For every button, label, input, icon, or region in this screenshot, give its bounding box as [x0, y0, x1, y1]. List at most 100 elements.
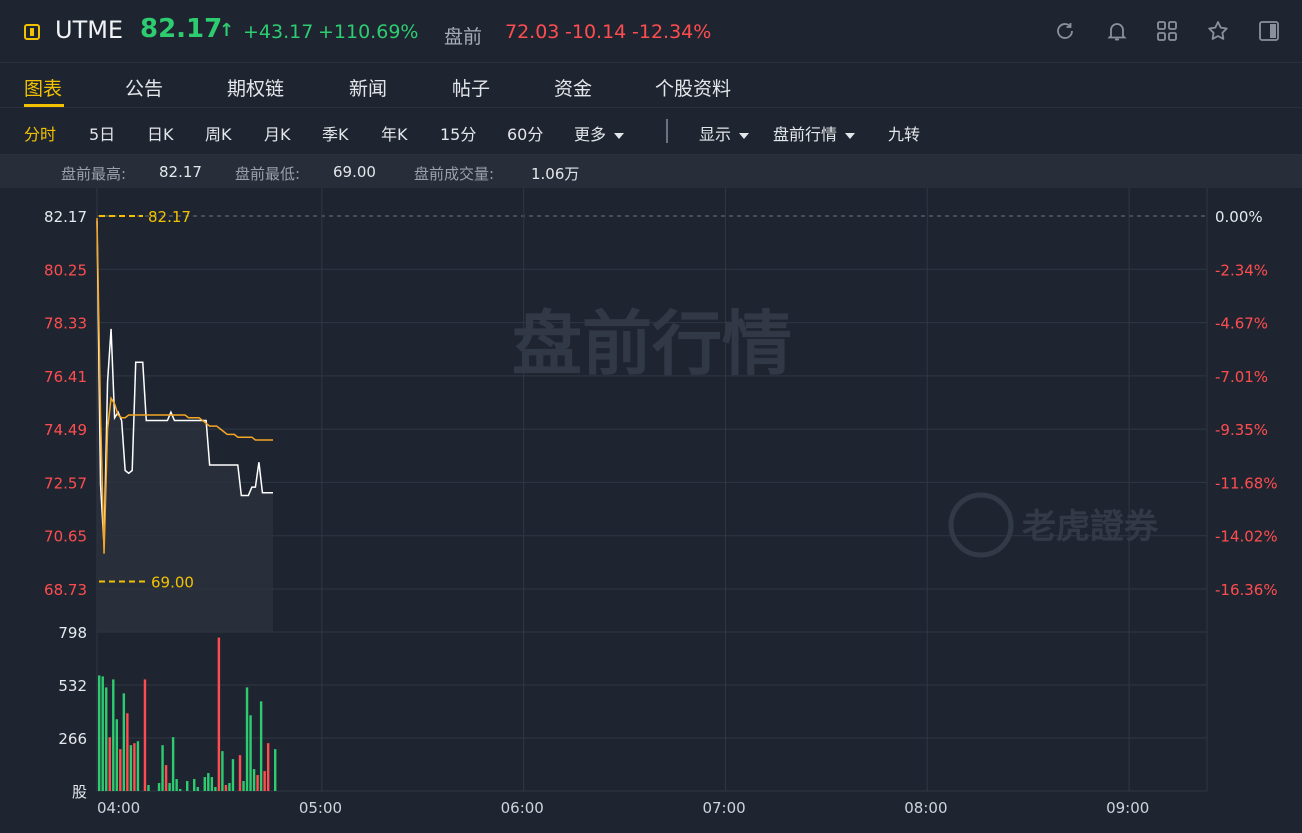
more-label: 更多	[574, 125, 607, 144]
volume-bar	[238, 755, 242, 791]
tab-options-chain[interactable]: 期权链	[227, 74, 284, 101]
volume-bar	[119, 749, 122, 791]
chart-canvas[interactable]: 82.17 0.00% 80.25 -2.34% 78.33 -4.67% 76.41 -7.…	[0, 188, 1302, 833]
pct-tick-label: -14.02%	[1215, 528, 1278, 546]
tab-posts[interactable]: 帖子	[452, 74, 490, 101]
pct-tick-label: -11.68%	[1215, 474, 1278, 492]
volume-bar	[252, 769, 256, 791]
watermark-text: 盘前行情	[512, 303, 792, 385]
volume-bar	[171, 737, 175, 791]
volume-bar	[101, 676, 104, 791]
up-arrow-icon: ↑	[219, 20, 235, 41]
volume-bar	[147, 785, 150, 791]
premarket-label: 盘前	[444, 26, 483, 48]
sidebar-icon[interactable]	[1257, 19, 1281, 43]
price-tick-label: 72.57	[44, 474, 87, 492]
chevron-down-icon	[739, 132, 750, 139]
period-daily[interactable]: 日K	[147, 121, 174, 145]
price-tick-label: 76.41	[44, 368, 87, 386]
low-marker-label: 69.00	[151, 574, 194, 592]
volume-bar	[105, 687, 108, 791]
volume-bar	[112, 679, 115, 791]
time-tick-label: 05:00	[299, 799, 342, 817]
high-marker-label: 82.17	[148, 208, 191, 226]
chevron-down-icon	[614, 132, 625, 139]
price-tick-label: 74.49	[44, 421, 87, 439]
premarket-change: -10.14	[565, 21, 627, 43]
pct-tick-label: 0.00%	[1215, 208, 1263, 226]
period-60min[interactable]: 60分	[507, 121, 543, 145]
brand-watermark: 老虎證券	[1022, 507, 1159, 547]
volume-bar	[231, 759, 235, 791]
period-monthly[interactable]: 月K	[264, 121, 291, 145]
tab-chart[interactable]: 图表	[24, 74, 62, 101]
volume-bar	[157, 783, 161, 791]
volume-bar	[221, 751, 224, 791]
intraday-chart[interactable]: 82.17 0.00% 80.25 -2.34% 78.33 -4.67% 76.41 -7.…	[0, 188, 1302, 833]
pct-tick-label: -16.36%	[1215, 581, 1278, 599]
volume-bar	[133, 743, 136, 791]
volume-bar	[98, 675, 101, 791]
star-icon[interactable]	[1206, 19, 1230, 43]
volume-bar	[249, 715, 252, 791]
time-tick-label: 06:00	[501, 799, 544, 817]
tab-bar: 图表 公告 期权链 新闻 帖子 资金 个股资料	[0, 62, 1302, 108]
period-weekly[interactable]: 周K	[205, 121, 232, 145]
volume-bar	[256, 775, 259, 791]
price-tick-label: 80.25	[44, 261, 87, 279]
volume-bar	[266, 743, 270, 791]
period-quarterly[interactable]: 季K	[322, 121, 349, 145]
volume-bar	[214, 787, 217, 791]
volume-bar	[178, 789, 182, 791]
volume-bar	[122, 693, 126, 791]
price-tick-label: 78.33	[44, 315, 87, 333]
volume-bar	[274, 749, 277, 791]
nine-turn-toggle[interactable]: 九转	[888, 121, 920, 145]
volume-bar	[175, 779, 178, 791]
tab-news[interactable]: 新闻	[349, 74, 387, 101]
premarket-change-pct: -12.34%	[632, 21, 712, 43]
period-15min[interactable]: 15分	[440, 121, 476, 145]
volume-bar	[161, 745, 164, 791]
period-5day[interactable]: 5日	[89, 121, 115, 145]
premarket-price: 72.03	[505, 21, 560, 43]
refresh-icon[interactable]	[1053, 19, 1077, 43]
display-label: 显示	[699, 125, 732, 144]
chevron-down-icon	[845, 132, 856, 139]
volume-bar	[129, 745, 133, 791]
volume-bar	[259, 701, 263, 791]
price-tick-label: 68.73	[44, 581, 87, 599]
period-intraday[interactable]: 分时	[24, 121, 56, 145]
volume-bar	[228, 783, 231, 791]
volume-bar	[203, 777, 206, 791]
volume-bar	[126, 713, 129, 791]
volume-bar	[224, 785, 228, 791]
pct-tick-label: -4.67%	[1215, 315, 1268, 333]
display-dropdown[interactable]: 显示	[699, 121, 750, 145]
grid-icon[interactable]	[1155, 19, 1179, 43]
volume-bar	[217, 637, 221, 791]
pct-tick-label: -9.35%	[1215, 421, 1268, 439]
premarket-stats-bar: 盘前最高: 82.17 盘前最低: 69.00 盘前成交量: 1.06万	[0, 155, 1302, 188]
volume-bar	[263, 771, 266, 791]
volume-tick-label: 股	[72, 783, 87, 801]
volume-bar	[136, 741, 140, 791]
premarket-dropdown[interactable]: 盘前行情	[773, 121, 856, 145]
volume-bar	[207, 773, 210, 791]
volume-tick-label: 532	[58, 677, 87, 695]
brand-logo-icon	[948, 492, 1014, 558]
tab-capital[interactable]: 资金	[554, 74, 592, 101]
volume-bar	[242, 781, 245, 791]
tab-profile[interactable]: 个股资料	[655, 74, 731, 101]
price-tick-label: 70.65	[44, 528, 87, 546]
bell-icon[interactable]	[1105, 19, 1129, 43]
period-yearly[interactable]: 年K	[381, 121, 408, 145]
more-dropdown[interactable]: 更多	[574, 121, 625, 145]
price-tick-label: 82.17	[44, 208, 87, 226]
volume-bar	[196, 787, 199, 791]
time-tick-label: 04:00	[97, 799, 140, 817]
tab-announcements[interactable]: 公告	[125, 74, 163, 101]
low-label: 盘前最低:	[235, 165, 301, 183]
price-change: +43.17	[243, 21, 314, 43]
pct-tick-label: -2.34%	[1215, 261, 1268, 279]
